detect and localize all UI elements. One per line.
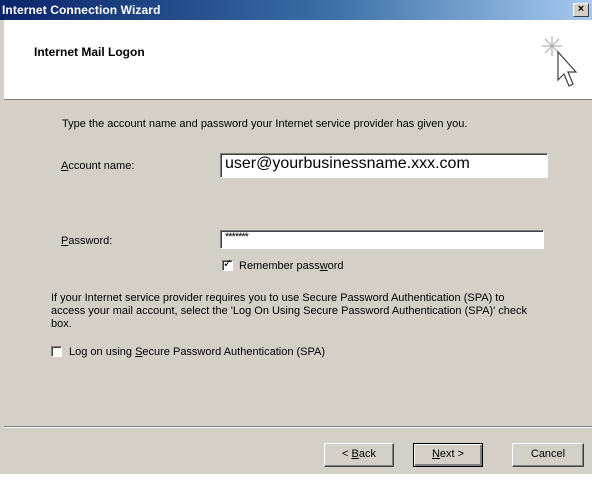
back-button[interactable]: < Back bbox=[324, 443, 394, 467]
account-name-input[interactable]: user@yourbusinessname.xxx.com bbox=[220, 153, 548, 178]
wizard-window: Internet Connection Wizard × Internet Ma… bbox=[0, 0, 592, 474]
spa-label[interactable]: Log on using Secure Password Authenticat… bbox=[69, 346, 325, 358]
back-label: ack bbox=[358, 448, 376, 460]
account-name-label-text: ccount name: bbox=[68, 160, 135, 172]
cancel-button[interactable]: Cancel bbox=[512, 443, 584, 467]
title-bar[interactable]: Internet Connection Wizard × bbox=[0, 0, 592, 20]
account-name-value: user@yourbusinessname.xxx.com bbox=[225, 155, 470, 172]
password-value: ******* bbox=[225, 231, 249, 243]
close-icon: × bbox=[577, 3, 585, 15]
back-prefix: < bbox=[342, 448, 352, 460]
account-name-label: Account name: bbox=[61, 160, 134, 172]
next-label: ext > bbox=[439, 448, 465, 460]
next-accel: N bbox=[431, 448, 440, 460]
password-input[interactable]: ******* bbox=[220, 230, 544, 249]
cancel-label: Cancel bbox=[530, 448, 566, 460]
remember-label-post: ord bbox=[327, 260, 344, 272]
page-title: Internet Mail Logon bbox=[34, 45, 145, 59]
remember-password-label[interactable]: Remember password bbox=[239, 260, 344, 272]
spa-description: If your Internet service provider requir… bbox=[51, 292, 528, 330]
window-title: Internet Connection Wizard bbox=[2, 3, 161, 17]
spa-label-pre: Log on using bbox=[69, 346, 136, 358]
remember-label-pre: Remember pass bbox=[239, 260, 320, 272]
password-label: Password: bbox=[61, 235, 112, 247]
remember-password-checkbox[interactable]: ✓ bbox=[222, 258, 233, 271]
check-icon: ✓ bbox=[223, 258, 233, 270]
spa-checkbox[interactable] bbox=[51, 346, 62, 357]
remember-label-accel: w bbox=[319, 260, 328, 272]
intro-text: Type the account name and password your … bbox=[62, 118, 468, 130]
next-button[interactable]: Next > bbox=[413, 443, 483, 467]
close-button[interactable]: × bbox=[573, 3, 589, 17]
password-label-text: assword: bbox=[68, 235, 113, 247]
spa-label-post: ecure Password Authentication (SPA) bbox=[142, 346, 326, 358]
wizard-header: Internet Mail Logon bbox=[4, 20, 592, 100]
button-separator-highlight bbox=[4, 427, 592, 428]
back-accel: B bbox=[351, 448, 359, 460]
wizard-wand-cursor-icon bbox=[542, 36, 578, 87]
